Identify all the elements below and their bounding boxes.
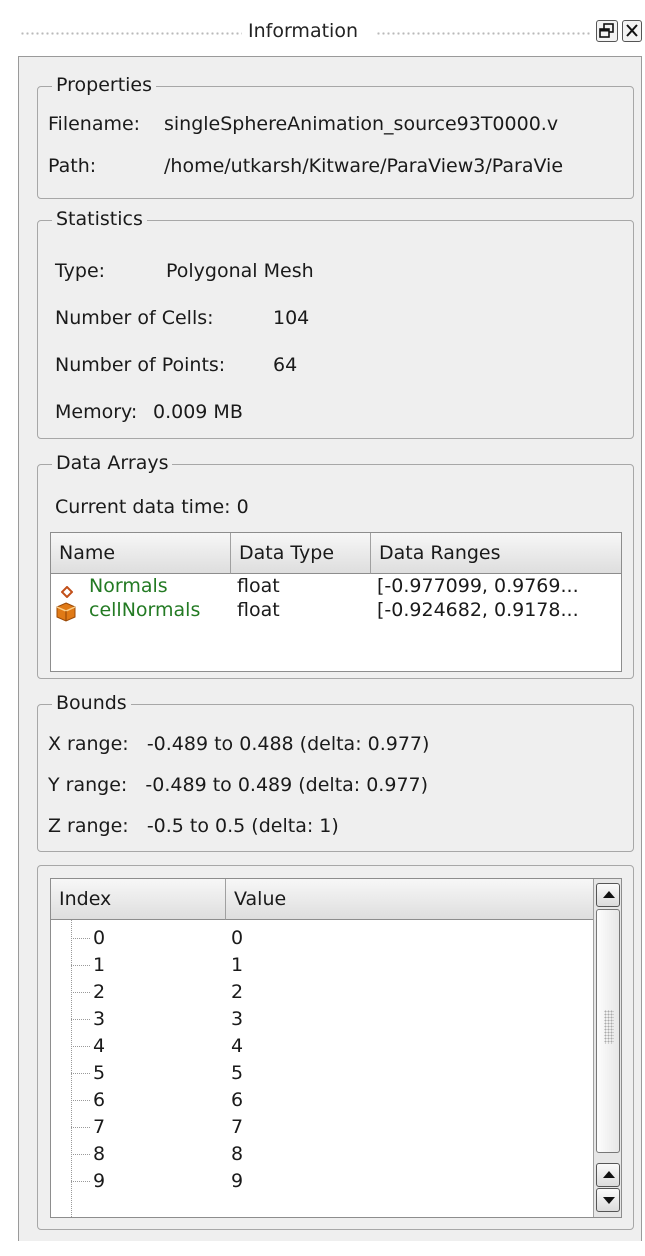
table-row[interactable]: 9 9 xyxy=(51,1168,593,1195)
row-index: 5 xyxy=(93,1062,106,1084)
grip-icon xyxy=(604,1010,614,1044)
table-row[interactable]: 5 5 xyxy=(51,1060,593,1087)
information-panel: Properties Filename: singleSphereAnimati… xyxy=(18,56,642,1241)
tree-branch xyxy=(71,965,91,966)
row-value: 5 xyxy=(231,1062,244,1084)
row-value: 6 xyxy=(231,1089,244,1111)
column-header-name[interactable]: Name xyxy=(51,533,231,574)
column-header-data-ranges[interactable]: Data Ranges xyxy=(371,533,621,574)
properties-title: Properties xyxy=(52,74,157,96)
row-value: 2 xyxy=(231,981,244,1003)
close-icon[interactable] xyxy=(622,20,642,42)
array-range: [-0.924682, 0.9178... xyxy=(377,599,579,621)
arrow-down-icon xyxy=(603,1197,615,1204)
row-index: 1 xyxy=(93,954,106,976)
table-row[interactable]: 8 8 xyxy=(51,1141,593,1168)
row-value: 3 xyxy=(231,1008,244,1030)
array-type: float xyxy=(237,575,280,597)
cells-label: Number of Cells: xyxy=(55,307,214,329)
window-title: Information xyxy=(248,20,358,42)
points-value: 64 xyxy=(273,354,298,376)
points-label: Number of Points: xyxy=(55,354,226,376)
tree-branch xyxy=(71,938,91,939)
vertical-scrollbar[interactable] xyxy=(593,879,621,1217)
array-name: Normals xyxy=(89,575,168,597)
tree-branch xyxy=(71,1154,91,1155)
statistics-group: Statistics Type: Polygonal Mesh Number o… xyxy=(37,208,634,439)
scroll-up-button[interactable] xyxy=(596,883,620,907)
column-header-data-type[interactable]: Data Type xyxy=(231,533,371,574)
row-value: 7 xyxy=(231,1116,244,1138)
data-arrays-title: Data Arrays xyxy=(52,452,173,474)
scroll-up-button[interactable] xyxy=(596,1163,620,1187)
path-label: Path: xyxy=(48,155,97,177)
row-value: 4 xyxy=(231,1035,244,1057)
data-arrays-table[interactable]: Name Data Type Data Ranges Normals float… xyxy=(50,532,622,672)
column-header-value[interactable]: Value xyxy=(226,879,593,920)
statistics-title: Statistics xyxy=(52,208,147,230)
row-index: 6 xyxy=(93,1089,106,1111)
tree-branch xyxy=(71,992,91,993)
filename-value: singleSphereAnimation_source93T0000.v xyxy=(164,113,559,135)
z-range: Z range: -0.5 to 0.5 (delta: 1) xyxy=(48,815,339,837)
arrow-up-icon xyxy=(603,1171,615,1178)
array-values-table[interactable]: Index Value 0 0 1 1 2 2 3 3 4 4 5 5 6 6 … xyxy=(50,878,622,1218)
table-row[interactable]: 3 3 xyxy=(51,1006,593,1033)
row-value: 8 xyxy=(231,1143,244,1165)
memory-value: 0.009 MB xyxy=(153,401,243,423)
tree-branch xyxy=(71,1127,91,1128)
cell-data-icon xyxy=(55,601,77,628)
row-index: 7 xyxy=(93,1116,106,1138)
type-value: Polygonal Mesh xyxy=(166,260,314,282)
row-index: 8 xyxy=(93,1143,106,1165)
row-value: 0 xyxy=(231,927,244,949)
table-row[interactable]: cellNormals float [-0.924682, 0.9178... xyxy=(51,599,621,623)
scroll-down-button[interactable] xyxy=(596,1188,620,1212)
filename-label: Filename: xyxy=(48,113,141,135)
array-range: [-0.977099, 0.9769... xyxy=(377,575,579,597)
array-type: float xyxy=(237,599,280,621)
table-row[interactable]: 1 1 xyxy=(51,952,593,979)
current-data-time: Current data time: 0 xyxy=(55,496,249,518)
x-range: X range: -0.489 to 0.488 (delta: 0.977) xyxy=(48,733,430,755)
tree-branch xyxy=(71,1100,91,1101)
dock-title-bar[interactable]: Information xyxy=(0,15,645,51)
row-value: 1 xyxy=(231,954,244,976)
table-row[interactable]: Normals float [-0.977099, 0.9769... xyxy=(51,575,621,599)
row-index: 2 xyxy=(93,981,106,1003)
table-row[interactable]: 6 6 xyxy=(51,1087,593,1114)
memory-label: Memory: xyxy=(55,401,138,423)
row-index: 0 xyxy=(93,927,106,949)
properties-group: Properties Filename: singleSphereAnimati… xyxy=(37,74,634,199)
row-value: 9 xyxy=(231,1170,244,1192)
row-index: 4 xyxy=(93,1035,106,1057)
tree-branch xyxy=(71,1046,91,1047)
array-values-group: Index Value 0 0 1 1 2 2 3 3 4 4 5 5 6 6 … xyxy=(37,865,634,1230)
row-index: 9 xyxy=(93,1170,106,1192)
row-index: 3 xyxy=(93,1008,106,1030)
table-row[interactable]: 7 7 xyxy=(51,1114,593,1141)
table-row[interactable]: 2 2 xyxy=(51,979,593,1006)
data-arrays-group: Data Arrays Current data time: 0 Name Da… xyxy=(37,452,634,679)
tree-branch xyxy=(71,1073,91,1074)
array-name: cellNormals xyxy=(89,599,201,621)
table-row[interactable]: 4 4 xyxy=(51,1033,593,1060)
tree-branch xyxy=(71,1181,91,1182)
arrow-up-icon xyxy=(603,891,615,898)
scrollbar-thumb[interactable] xyxy=(596,909,620,1153)
title-grip-left xyxy=(20,31,242,36)
float-window-icon[interactable] xyxy=(596,20,618,42)
type-label: Type: xyxy=(55,260,106,282)
path-value: /home/utkarsh/Kitware/ParaView3/ParaVie xyxy=(164,155,564,177)
column-header-index[interactable]: Index xyxy=(51,879,226,920)
title-grip-right xyxy=(376,31,592,36)
cells-value: 104 xyxy=(273,307,310,329)
y-range: Y range: -0.489 to 0.489 (delta: 0.977) xyxy=(48,774,429,796)
table-row[interactable]: 0 0 xyxy=(51,925,593,952)
bounds-group: Bounds X range: -0.489 to 0.488 (delta: … xyxy=(37,692,634,852)
bounds-title: Bounds xyxy=(52,692,131,714)
tree-branch xyxy=(71,1019,91,1020)
